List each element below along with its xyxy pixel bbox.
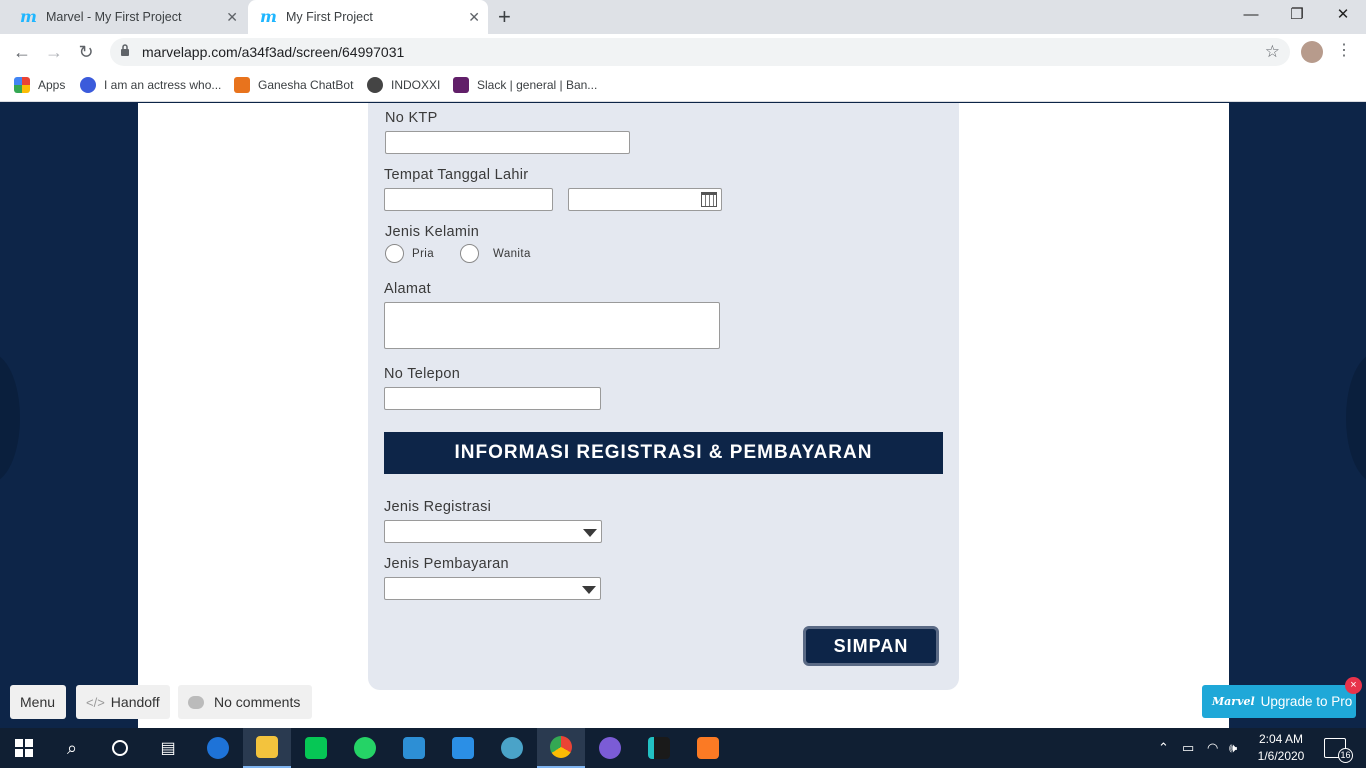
bookmark-actress[interactable]: I am an actress who...	[80, 77, 221, 93]
browser-tab-bar: m Marvel - My First Project ✕ m My First…	[0, 0, 1366, 34]
chevron-down-icon	[582, 586, 596, 594]
task-view-icon[interactable]: ▤	[144, 728, 192, 768]
marvel-logo: Marvel	[1212, 695, 1255, 708]
lock-icon	[121, 44, 129, 56]
profile-avatar[interactable]	[1301, 41, 1323, 63]
search-icon[interactable]: ⌕	[48, 728, 96, 768]
tab-marvel-project[interactable]: m Marvel - My First Project ✕	[0, 0, 246, 34]
menu-button[interactable]: Menu	[10, 685, 66, 719]
line-icon[interactable]	[292, 728, 340, 768]
prev-screen-arrow[interactable]	[0, 353, 20, 483]
bookmark-favicon-icon	[234, 77, 250, 93]
battery-icon[interactable]: ▭	[1182, 740, 1194, 756]
more-menu-icon[interactable]: ⋮	[1336, 40, 1352, 60]
alamat-textarea[interactable]	[384, 302, 720, 349]
telepon-input[interactable]	[384, 387, 601, 410]
close-window-icon[interactable]: ✕	[1320, 0, 1366, 32]
bookmarks-bar: Apps I am an actress who... Ganesha Chat…	[0, 70, 1366, 102]
app-cat-icon[interactable]	[586, 728, 634, 768]
comments-button[interactable]: No comments	[178, 685, 312, 719]
notification-count: 16	[1338, 748, 1353, 763]
gender-label: Jenis Kelamin	[385, 224, 480, 240]
url-text: marvelapp.com/a34f3ad/screen/64997031	[142, 44, 405, 60]
registrasi-select[interactable]	[384, 520, 602, 543]
system-clock[interactable]: 2:04 AM 1/6/2020	[1252, 731, 1310, 765]
url-bar[interactable]: marvelapp.com/a34f3ad/screen/64997031 ☆	[110, 38, 1290, 66]
bookmark-slack[interactable]: Slack | general | Ban...	[453, 77, 597, 93]
prototype-screen: No KTP Tempat Tanggal Lahir Jenis Kelami…	[138, 103, 1229, 728]
slack-icon	[453, 77, 469, 93]
chrome-icon[interactable]	[537, 728, 585, 768]
edge-icon[interactable]	[194, 728, 242, 768]
registrasi-label: Jenis Registrasi	[384, 499, 492, 515]
section-heading: INFORMASI REGISTRASI & PEMBAYARAN	[384, 432, 943, 474]
cortana-icon[interactable]	[96, 728, 144, 768]
back-icon[interactable]: ←	[10, 40, 34, 64]
vscode-icon[interactable]	[439, 728, 487, 768]
terminal-app-icon[interactable]	[635, 728, 683, 768]
pembayaran-label: Jenis Pembayaran	[384, 556, 509, 572]
start-icon[interactable]	[0, 728, 48, 768]
clock-date: 1/6/2020	[1257, 749, 1305, 763]
handoff-button[interactable]: </> Handoff	[76, 685, 170, 719]
restore-icon[interactable]: ❐	[1274, 0, 1320, 32]
close-tab-icon[interactable]: ✕	[226, 9, 238, 26]
close-tab-icon[interactable]: ✕	[468, 9, 480, 26]
simpan-button[interactable]: SIMPAN	[803, 626, 939, 666]
show-hidden-icons[interactable]: ⌃	[1158, 740, 1169, 756]
telepon-label: No Telepon	[384, 366, 461, 382]
calendar-icon[interactable]	[701, 192, 717, 207]
tab-title: Marvel - My First Project	[46, 10, 182, 24]
radio-wanita[interactable]	[460, 244, 479, 263]
marvel-favicon-icon: m	[20, 7, 37, 26]
globe-icon	[367, 77, 383, 93]
reload-icon[interactable]: ↻	[74, 40, 98, 64]
radio-pria[interactable]	[385, 244, 404, 263]
prototype-viewport: No KTP Tempat Tanggal Lahir Jenis Kelami…	[0, 103, 1366, 728]
forward-icon[interactable]: →	[42, 40, 66, 64]
volume-icon[interactable]: 🕪	[1229, 740, 1237, 756]
address-toolbar: ← → ↻ marvelapp.com/a34f3ad/screen/64997…	[0, 34, 1366, 70]
apps-grid-icon	[14, 77, 30, 93]
windows-taskbar: ⌕ ▤ ⌃ ▭ ◠ 🕪 2:04 AM 1/6/2020 16	[0, 728, 1366, 768]
bookmark-star-icon[interactable]: ☆	[1265, 42, 1280, 62]
whatsapp-icon[interactable]	[341, 728, 389, 768]
new-tab-icon[interactable]: +	[498, 5, 511, 29]
pembayaran-select[interactable]	[384, 577, 601, 600]
form-panel: No KTP Tempat Tanggal Lahir Jenis Kelami…	[368, 103, 959, 690]
upgrade-to-pro-button[interactable]: Marvel Upgrade to Pro	[1202, 685, 1356, 718]
radio-pria-label: Pria	[412, 248, 435, 260]
comment-icon	[188, 695, 204, 709]
next-screen-arrow[interactable]	[1346, 353, 1366, 483]
file-explorer-icon[interactable]	[243, 728, 291, 768]
ttl-label: Tempat Tanggal Lahir	[384, 167, 529, 183]
action-center-icon[interactable]: 16	[1324, 738, 1353, 763]
no-ktp-input[interactable]	[385, 131, 630, 154]
clock-time: 2:04 AM	[1258, 732, 1304, 746]
xampp-icon[interactable]	[684, 728, 732, 768]
radio-wanita-label: Wanita	[493, 248, 531, 260]
bookmark-indoxxi[interactable]: INDOXXI	[367, 77, 440, 93]
bookmark-ganesha[interactable]: Ganesha ChatBot	[234, 77, 353, 93]
wifi-icon[interactable]: ◠	[1207, 740, 1218, 756]
bookmark-apps[interactable]: Apps	[14, 77, 65, 93]
app-circle-icon[interactable]	[488, 728, 536, 768]
close-upgrade-icon[interactable]: ×	[1345, 677, 1362, 694]
chevron-down-icon	[583, 529, 597, 537]
code-icon: </>	[86, 694, 105, 710]
minimize-icon[interactable]: —	[1228, 0, 1274, 32]
tanggal-lahir-input[interactable]	[568, 188, 722, 211]
bookmark-favicon-icon	[80, 77, 96, 93]
marvel-favicon-icon: m	[260, 7, 277, 26]
tab-my-first-project[interactable]: m My First Project ✕	[248, 0, 488, 34]
tempat-lahir-input[interactable]	[384, 188, 553, 211]
no-ktp-label: No KTP	[385, 110, 438, 126]
tab-title: My First Project	[286, 10, 373, 24]
camera-app-icon[interactable]	[390, 728, 438, 768]
alamat-label: Alamat	[384, 281, 431, 297]
